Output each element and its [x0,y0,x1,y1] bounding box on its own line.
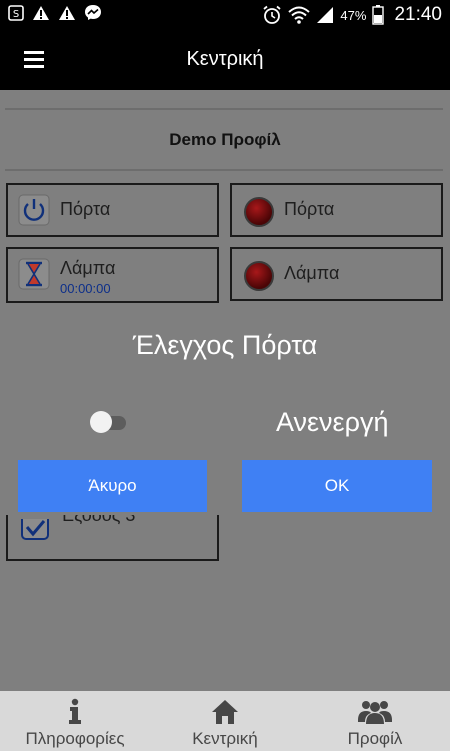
divider [5,169,443,171]
app-notification-icon: S [8,4,24,21]
page-title: Κεντρική [186,48,264,70]
lamp-status-tile: Λάμπα [230,247,443,301]
door-control-tile[interactable]: Πόρτα [6,183,219,237]
divider [5,108,443,110]
nav-item-info[interactable]: Πληροφορίες [0,691,150,751]
system-icons: 47% 21:40 [262,4,442,26]
battery-icon [372,5,385,25]
door-status-label: Πόρτα [284,199,335,219]
bottom-nav: Πληροφορίες Κεντρική Προφίλ [0,691,450,751]
state-text: Ανενεργή [276,407,389,437]
nav-item-home[interactable]: Κεντρική [150,691,300,751]
nav-item-profile[interactable]: Προφίλ [300,691,450,751]
notification-icons: S [8,4,102,21]
dialog-title: Έλεγχος Πόρτα [132,330,318,360]
ok-button[interactable]: OK [242,460,432,512]
door-control-label: Πόρτα [60,199,111,219]
warning-icon [59,5,75,20]
warning-icon [33,5,49,20]
wifi-icon [288,6,311,24]
power-icon [18,194,50,226]
lamp-control-tile[interactable]: Λάμπα 00:00:00 [6,247,219,303]
checkbox-icon [21,519,49,540]
nav-label-profile: Προφίλ [347,729,403,748]
signal-icon [317,7,334,23]
svg-text:S: S [13,9,19,20]
main-content: Demo Προφίλ Πόρτα Πόρτα Λάμπα 00:00:00 Λ… [0,90,450,691]
lamp-control-label: Λάμπα [60,258,116,278]
battery-percent: 47% [340,7,367,23]
profile-name: Demo Προφίλ [169,130,281,149]
red-led-icon [244,197,274,227]
messenger-icon [85,5,101,20]
status-bar: S 47% 21:40 [0,0,450,31]
lamp-status-label: Λάμπα [284,263,340,283]
toggle-thumb [90,411,112,433]
door-toggle-switch[interactable] [90,410,128,434]
nav-label-home: Κεντρική [192,729,258,748]
output-3-tile[interactable]: Έξοδος 3 [6,515,219,561]
clock: 21:40 [394,4,442,25]
nav-label-info: Πληροφορίες [25,729,125,748]
info-icon [69,698,81,724]
output-3-label: Έξοδος 3 [60,515,136,525]
lamp-timer: 00:00:00 [60,281,111,296]
users-icon [358,701,392,724]
red-led-icon [244,261,274,291]
door-status-tile: Πόρτα [230,183,443,237]
alarm-icon [263,5,281,24]
cancel-button[interactable]: Άκυρο [18,460,207,512]
hourglass-icon [18,258,50,290]
home-icon [212,700,238,724]
app-bar: Κεντρική [0,31,450,90]
